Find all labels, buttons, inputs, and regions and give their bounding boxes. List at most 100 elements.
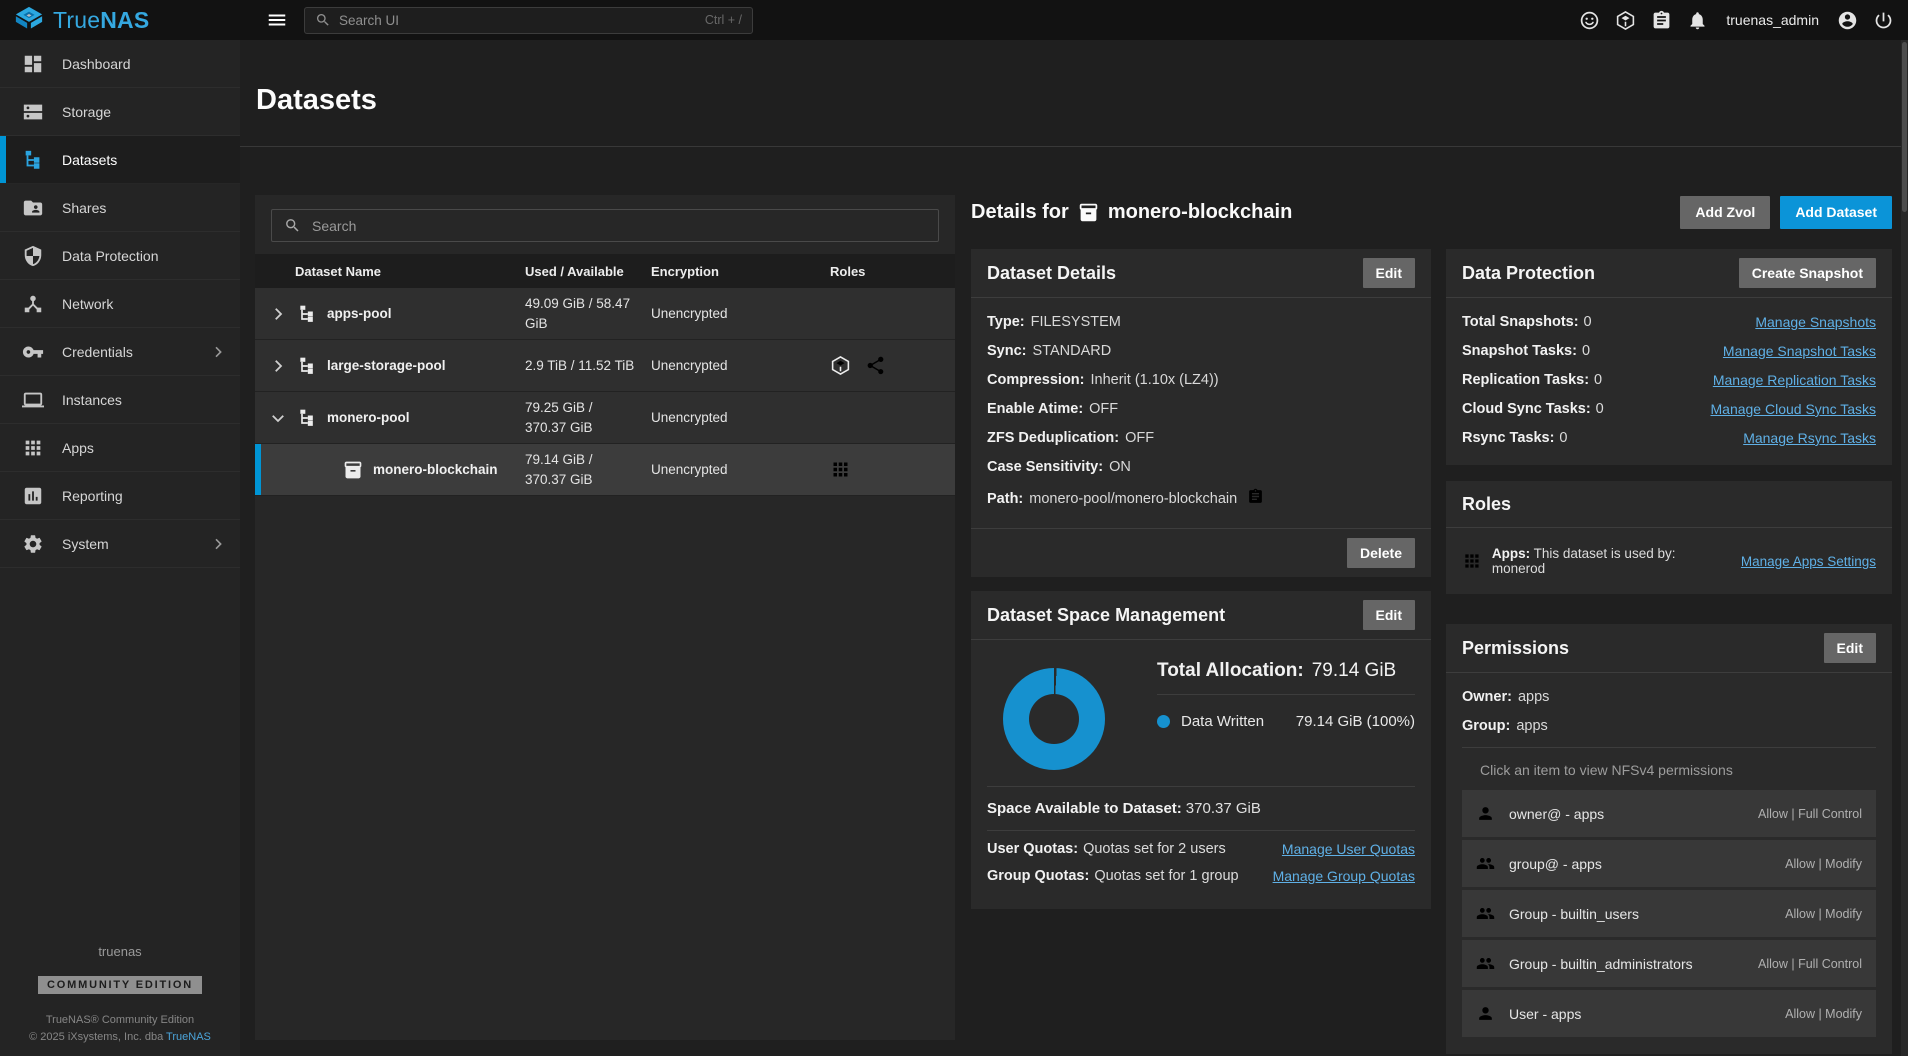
topbar: TrueNAS Ctrl + / truenas_admin [0, 0, 1908, 40]
jobs-clipboard-icon[interactable] [1651, 10, 1672, 31]
page-title: Datasets [256, 84, 377, 117]
create-snapshot-button[interactable]: Create Snapshot [1739, 258, 1876, 288]
share-role-icon[interactable] [865, 355, 886, 376]
manage-apps-settings-link[interactable]: Manage Apps Settings [1741, 554, 1876, 569]
pool-dataset-icon [297, 304, 317, 324]
add-dataset-button[interactable]: Add Dataset [1780, 196, 1892, 229]
edit-dataset-details-button[interactable]: Edit [1363, 258, 1415, 288]
sidebar-item-shares[interactable]: Shares [0, 184, 240, 232]
manage-replication-tasks-link[interactable]: Manage Replication Tasks [1713, 372, 1876, 388]
edition-badge: COMMUNITY EDITION [38, 976, 202, 994]
used-available: 79.14 GiB /370.37 GiB [525, 450, 645, 489]
edit-space-button[interactable]: Edit [1363, 600, 1415, 630]
footer-truenas-link[interactable]: TrueNAS [166, 1031, 211, 1043]
truenas-status-icon[interactable] [1615, 10, 1636, 31]
datasets-tree-icon [22, 149, 44, 171]
collapse-chevron-down-icon[interactable] [269, 409, 287, 427]
permission-item-user-apps[interactable]: User - apps Allow | Modify [1462, 990, 1876, 1037]
sidebar-item-reporting[interactable]: Reporting [0, 472, 240, 520]
people-icon [1476, 954, 1495, 973]
permission-item-builtin-administrators[interactable]: Group - builtin_administrators Allow | F… [1462, 940, 1876, 987]
hostname: truenas [0, 944, 240, 959]
add-zvol-button[interactable]: Add Zvol [1680, 196, 1770, 229]
footer-copyright: © 2025 iXsystems, Inc. dba TrueNAS [0, 1031, 240, 1043]
dataset-archive-icon [1078, 202, 1099, 223]
detail-type: Type:FILESYSTEM [987, 314, 1415, 330]
tree-search-input[interactable] [312, 218, 926, 234]
space-management-card: Dataset Space Management Edit Total Allo… [971, 591, 1431, 909]
sidebar-item-storage[interactable]: Storage [0, 88, 240, 136]
manage-snapshot-tasks-link[interactable]: Manage Snapshot Tasks [1723, 343, 1876, 359]
sidebar-item-apps[interactable]: Apps [0, 424, 240, 472]
network-hub-icon [22, 293, 44, 315]
table-row-large-storage-pool[interactable]: large-storage-pool 2.9 TiB / 11.52 TiB U… [255, 340, 955, 392]
permission-item-owner[interactable]: owner@ - apps Allow | Full Control [1462, 790, 1876, 837]
sidebar-item-credentials[interactable]: Credentials [0, 328, 240, 376]
space-available: Space Available to Dataset:370.37 GiB [971, 787, 1431, 830]
selected-dataset-name: monero-blockchain [1108, 201, 1292, 224]
truenas-logo[interactable]: TrueNAS [0, 5, 240, 35]
card-title: Permissions [1462, 638, 1569, 659]
footer-edition: TrueNAS® Community Edition [0, 1014, 240, 1026]
apps-role-icon[interactable] [830, 459, 851, 480]
person-icon [1476, 804, 1495, 823]
table-row-apps-pool[interactable]: apps-pool 49.09 GiB / 58.47 GiB Unencryp… [255, 288, 955, 340]
apps-grid-icon [1462, 551, 1482, 571]
snapshot-tasks-row: Snapshot Tasks:0 Manage Snapshot Tasks [1462, 343, 1876, 359]
sidebar-item-datasets[interactable]: Datasets [0, 136, 240, 184]
replication-tasks-row: Replication Tasks:0 Manage Replication T… [1462, 372, 1876, 388]
group-quotas-row: Group Quotas:Quotas set for 1 group Mana… [987, 868, 1415, 884]
manage-user-quotas-link[interactable]: Manage User Quotas [1282, 841, 1415, 857]
sidebar-item-network[interactable]: Network [0, 280, 240, 328]
manage-group-quotas-link[interactable]: Manage Group Quotas [1273, 868, 1415, 884]
power-icon[interactable] [1873, 10, 1894, 31]
encryption-state: Unencrypted [645, 358, 810, 373]
encryption-state: Unencrypted [645, 306, 810, 321]
column-header-roles: Roles [810, 264, 955, 279]
chevron-right-icon [210, 344, 226, 360]
dataset-details-card: Dataset Details Edit Type:FILESYSTEM Syn… [971, 249, 1431, 577]
delete-dataset-button[interactable]: Delete [1347, 538, 1415, 568]
page-scrollbar[interactable] [1901, 40, 1908, 1056]
manage-snapshots-link[interactable]: Manage Snapshots [1755, 314, 1876, 330]
detail-compression: Compression:Inherit (1.10x (LZ4)) [987, 372, 1415, 388]
pool-dataset-icon [297, 408, 317, 428]
dataset-name: monero-blockchain [373, 462, 498, 477]
pool-dataset-icon [297, 356, 317, 376]
total-allocation: Total Allocation:79.14 GiB [1157, 660, 1415, 695]
manage-cloud-sync-tasks-link[interactable]: Manage Cloud Sync Tasks [1711, 401, 1877, 417]
global-search-input[interactable] [339, 13, 697, 28]
chevron-right-icon [210, 536, 226, 552]
system-dataset-role-icon[interactable] [830, 355, 851, 376]
table-row-monero-blockchain[interactable]: monero-blockchain 79.14 GiB /370.37 GiB … [255, 444, 955, 496]
details-header: Details for monero-blockchain Add Zvol A… [971, 195, 1892, 229]
owner-row: Owner:apps [1462, 689, 1876, 705]
alerts-bell-icon[interactable] [1687, 10, 1708, 31]
user-account-icon[interactable] [1837, 10, 1858, 31]
column-header-dataset-name: Dataset Name [255, 264, 525, 279]
permission-item-group[interactable]: group@ - apps Allow | Modify [1462, 840, 1876, 887]
edit-permissions-button[interactable]: Edit [1824, 633, 1876, 663]
expand-chevron-right-icon[interactable] [269, 357, 287, 375]
sidebar-item-instances[interactable]: Instances [0, 376, 240, 424]
permissions-card: Permissions Edit Owner:apps Group:apps C… [1446, 624, 1892, 1054]
sidebar-item-dashboard[interactable]: Dashboard [0, 40, 240, 88]
roles-cell [810, 355, 955, 376]
manage-rsync-tasks-link[interactable]: Manage Rsync Tasks [1743, 430, 1876, 446]
used-available: 79.25 GiB /370.37 GiB [525, 398, 645, 437]
table-row-monero-pool[interactable]: monero-pool 79.25 GiB /370.37 GiB Unencr… [255, 392, 955, 444]
expand-chevron-right-icon[interactable] [269, 305, 287, 323]
dataset-name: apps-pool [327, 306, 392, 321]
permission-item-builtin-users[interactable]: Group - builtin_users Allow | Modify [1462, 890, 1876, 937]
scrollbar-thumb[interactable] [1902, 42, 1907, 212]
nfsv4-hint: Click an item to view NFSv4 permissions [1446, 758, 1892, 790]
column-header-used-available: Used / Available [525, 264, 645, 279]
sidebar-item-data-protection[interactable]: Data Protection [0, 232, 240, 280]
card-title: Dataset Space Management [987, 605, 1225, 626]
laptop-icon [22, 389, 44, 411]
copy-path-icon[interactable] [1247, 488, 1264, 509]
feedback-smiley-icon[interactable] [1579, 10, 1600, 31]
menu-icon[interactable] [266, 9, 288, 31]
sidebar-item-system[interactable]: System [0, 520, 240, 568]
brand-text: TrueNAS [53, 7, 149, 34]
